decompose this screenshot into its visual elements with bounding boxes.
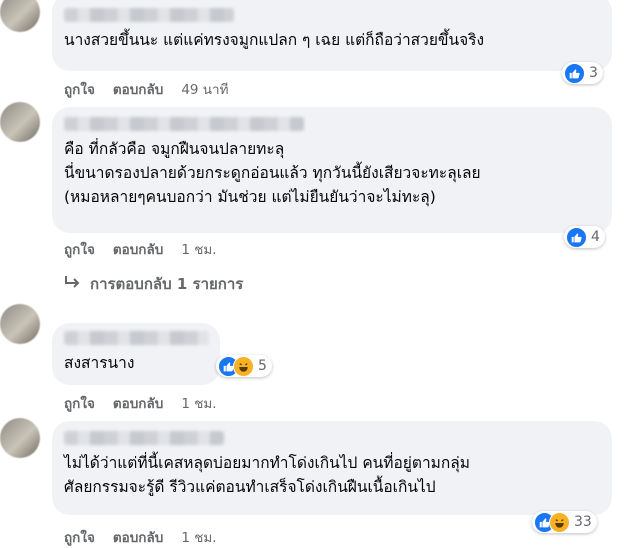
comment-timestamp[interactable]: 49 นาที xyxy=(181,78,228,100)
replies-count-label[interactable]: การตอบกลับ 1 รายการ xyxy=(90,272,243,296)
comment-bubble: นางสวยขึ้นนะ แต่แค่ทรงจมูกแปลก ๆ เฉย แต่… xyxy=(52,0,612,71)
avatar[interactable] xyxy=(0,102,40,142)
comment-actions: ถูกใจ ตอบกลับ 49 นาที xyxy=(64,78,229,100)
reaction-summary[interactable]: 3 xyxy=(562,62,603,84)
comment-actions: ถูกใจ ตอบกลับ 1 ชม. xyxy=(64,238,217,260)
avatar[interactable] xyxy=(0,0,40,32)
reaction-count: 4 xyxy=(591,229,600,245)
comment-text: ไม่ได้ว่าแต่ที่นี้เคสหลุดบ่อยมากทำโด่งเก… xyxy=(64,454,470,496)
comment-timestamp[interactable]: 1 ชม. xyxy=(181,238,216,260)
reaction-summary[interactable]: 33 xyxy=(532,511,597,533)
reaction-summary[interactable]: 5 xyxy=(216,355,272,377)
like-button[interactable]: ถูกใจ xyxy=(64,392,95,414)
like-reaction-icon xyxy=(564,62,585,84)
reaction-count: 33 xyxy=(574,514,592,530)
comment-actions: ถูกใจ ตอบกลับ 1 ชม. xyxy=(64,392,217,414)
reply-button[interactable]: ตอบกลับ xyxy=(113,238,163,260)
reply-button[interactable]: ตอบกลับ xyxy=(113,78,163,100)
haha-reaction-icon xyxy=(233,355,254,377)
avatar[interactable] xyxy=(0,304,40,344)
author-name-blurred[interactable] xyxy=(64,8,234,22)
comment-bubble: คือ ที่กลัวคือ จมูกฝืนจนปลายทะลุ นี่ขนาด… xyxy=(52,107,612,233)
haha-reaction-icon xyxy=(549,511,570,533)
reaction-summary[interactable]: 4 xyxy=(564,226,605,248)
like-button[interactable]: ถูกใจ xyxy=(64,526,95,548)
comment-bubble: ไม่ได้ว่าแต่ที่นี้เคสหลุดบ่อยมากทำโด่งเก… xyxy=(52,421,612,515)
avatar[interactable] xyxy=(0,418,40,458)
comment-text: นางสวยขึ้นนะ แต่แค่ทรงจมูกแปลก ๆ เฉย แต่… xyxy=(64,31,485,49)
like-button[interactable]: ถูกใจ xyxy=(64,78,95,100)
comment-actions: ถูกใจ ตอบกลับ 1 ชม. xyxy=(64,526,217,548)
comment-text: สงสารนาง xyxy=(64,354,135,372)
reply-button[interactable]: ตอบกลับ xyxy=(113,526,163,548)
author-name-blurred[interactable] xyxy=(64,117,304,131)
reaction-count: 3 xyxy=(589,65,598,81)
reaction-count: 5 xyxy=(258,358,267,374)
reply-button[interactable]: ตอบกลับ xyxy=(113,392,163,414)
author-name-blurred[interactable] xyxy=(64,431,224,445)
reply-arrow-icon xyxy=(64,275,82,293)
like-reaction-icon xyxy=(566,226,587,248)
view-replies-link[interactable]: การตอบกลับ 1 รายการ xyxy=(64,272,243,296)
comment-bubble: สงสารนาง xyxy=(52,323,220,385)
comment-timestamp[interactable]: 1 ชม. xyxy=(181,392,216,414)
comment-text: คือ ที่กลัวคือ จมูกฝืนจนปลายทะลุ นี่ขนาด… xyxy=(64,140,481,206)
author-name-blurred[interactable] xyxy=(64,331,209,345)
like-button[interactable]: ถูกใจ xyxy=(64,238,95,260)
comment-timestamp[interactable]: 1 ชม. xyxy=(181,526,216,548)
